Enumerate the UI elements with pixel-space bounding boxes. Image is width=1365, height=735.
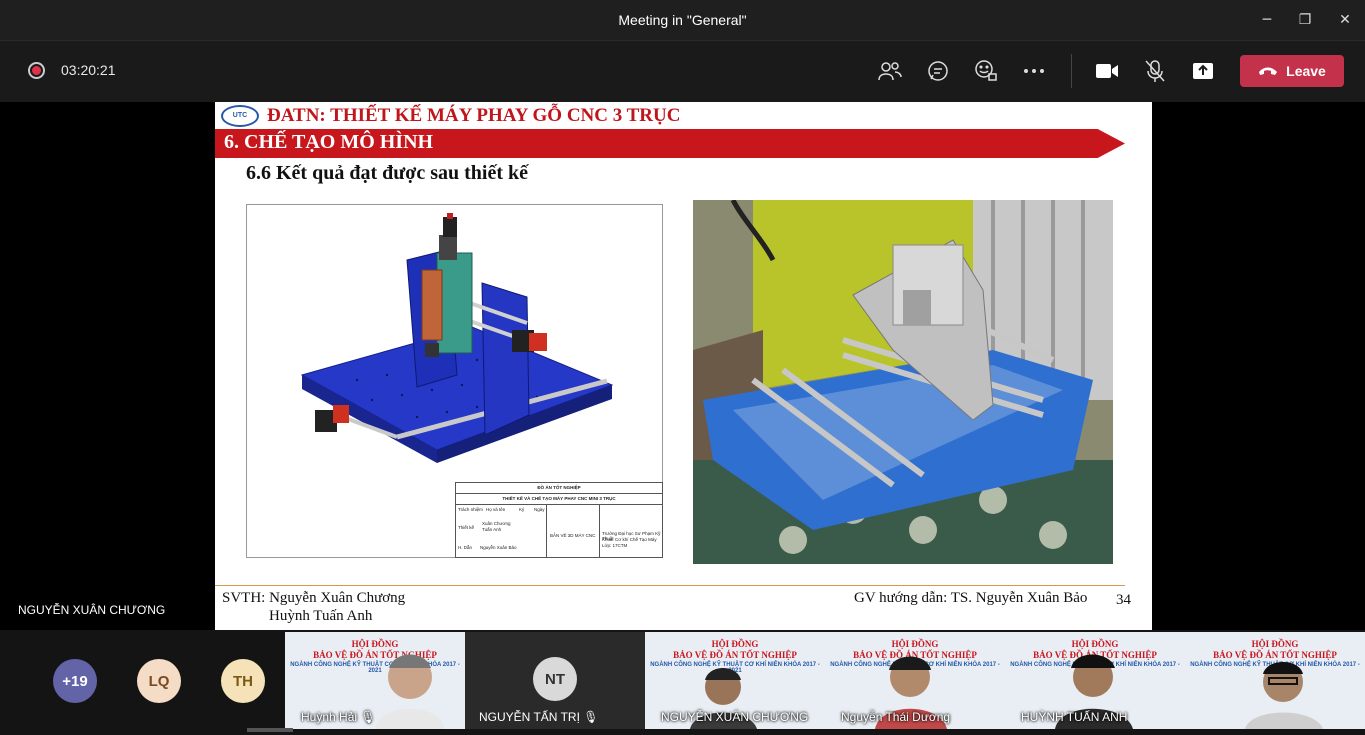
toolbar-divider — [1071, 54, 1072, 88]
avatar-nt: NT — [533, 657, 577, 701]
presenter-name-label: NGUYỄN XUÂN CHƯƠNG — [18, 603, 166, 617]
chat-button[interactable] — [925, 58, 951, 84]
leave-label: Leave — [1286, 63, 1326, 79]
more-options-button[interactable] — [1021, 58, 1047, 84]
university-logo: UTC — [221, 105, 259, 127]
participant-video — [1245, 662, 1323, 729]
title-block-name-2: Tuấn Anh — [482, 527, 502, 532]
meeting-timer: 03:20:21 — [61, 62, 116, 78]
footer-students-2: Huỳnh Tuấn Anh — [269, 608, 373, 624]
footer-advisor: GV hướng dẫn: TS. Nguyễn Xuân Bảo — [854, 590, 1088, 606]
meeting-toolbar: 03:20:21 Leave — [0, 40, 1365, 102]
title-block-line-2: THIẾT KẾ VÀ CHẾ TẠO MÁY PHAY CNC MINI 3 … — [502, 496, 616, 501]
footer-divider — [215, 585, 1125, 586]
presentation-slide: UTC ĐATN: THIẾT KẾ MÁY PHAY GỖ CNC 3 TRỤ… — [215, 102, 1152, 630]
title-block-name-1: Xuân Chương — [482, 521, 511, 526]
tile-name: NGUYỄN XUÂN CHƯƠNG — [661, 710, 809, 724]
drawing-title-block: ĐỒ ÁN TỐT NGHIỆP THIẾT KẾ VÀ CHẾ TẠO MÁY… — [455, 482, 663, 558]
video-tile-nguyen-tan-tri[interactable]: NT NGUYỄN TẤN TRỊ 🎙 — [465, 632, 645, 729]
mic-button[interactable] — [1142, 58, 1168, 84]
phone-hangup-icon — [1259, 67, 1278, 75]
close-window-button[interactable]: ✕ — [1330, 6, 1360, 34]
share-button[interactable] — [1190, 58, 1216, 84]
slide-page-number: 34 — [1116, 592, 1131, 608]
title-block-row-hd: H. Dẫn — [458, 545, 473, 550]
machine-photo — [693, 200, 1113, 564]
title-block-line-3: BẢN VẼ 3D MÁY CNC — [550, 533, 596, 538]
share-icon — [1193, 63, 1213, 79]
reactions-button[interactable] — [973, 58, 999, 84]
title-block-col-ky: Ký — [519, 507, 525, 512]
maximize-button[interactable]: ❐ — [1290, 6, 1320, 34]
tile-name: Nguyễn Thái Dương — [841, 710, 951, 724]
video-tile-nguyen-xuan-chuong[interactable]: HỘI ĐỒNG BẢO VỆ ĐỒ ÁN TỐT NGHIỆP NGÀNH C… — [645, 632, 825, 729]
teams-meeting-window: Meeting in "General" ─ ❐ ✕ 03:20:21 Leav… — [0, 0, 1365, 735]
mic-off-icon: 🎙 — [360, 710, 376, 724]
avatar-th[interactable]: TH — [221, 659, 265, 703]
camera-icon — [1096, 64, 1118, 78]
reactions-icon — [975, 60, 997, 81]
video-tile-participant[interactable]: HỘI ĐỒNG BẢO VỆ ĐỒ ÁN TỐT NGHIỆP NGÀNH C… — [1185, 632, 1365, 729]
footer-students-1: SVTH: Nguyễn Xuân Chương — [222, 590, 406, 606]
title-block-line-6: Lớp: 17CTM — [602, 543, 628, 548]
section-title: 6. CHẾ TẠO MÔ HÌNH — [224, 131, 434, 153]
shared-content-stage: UTC ĐATN: THIẾT KẾ MÁY PHAY GỖ CNC 3 TRỤ… — [0, 102, 1365, 630]
avatar-lq[interactable]: LQ — [137, 659, 181, 703]
slide-subtitle: 6.6 Kết quả đạt được sau thiết kế — [246, 162, 528, 184]
title-block-col-hoten: Họ và tên — [486, 507, 506, 512]
mic-off-icon — [1145, 60, 1165, 82]
video-tile-huynh-hai[interactable]: HỘI ĐỒNG BẢO VỆ ĐỒ ÁN TỐT NGHIỆP NGÀNH C… — [285, 632, 465, 729]
tile-name: Huỳnh Hải 🎙 — [301, 710, 376, 724]
title-block-name-3: Nguyễn Xuân Bảo — [480, 545, 517, 550]
video-tile-huynh-tuan-anh[interactable]: HỘI ĐỒNG BẢO VỆ ĐỒ ÁN TỐT NGHIỆP NGÀNH C… — [1005, 632, 1185, 729]
minimize-button[interactable]: ─ — [1252, 6, 1282, 34]
course-title: ĐATN: THIẾT KẾ MÁY PHAY GỖ CNC 3 TRỤC — [267, 105, 681, 126]
participants-button[interactable] — [877, 58, 903, 84]
chat-icon — [928, 61, 948, 81]
window-title: Meeting in "General" — [618, 12, 747, 28]
recording-icon — [28, 62, 45, 79]
tile-name: NGUYỄN TẤN TRỊ 🎙 — [479, 710, 599, 724]
camera-button[interactable] — [1094, 58, 1120, 84]
title-block-col-ngay: Ngày — [534, 507, 545, 512]
participant-gallery: +19 LQ TH HỘI ĐỒNG BẢO VỆ ĐỒ ÁN TỐT NGHI… — [0, 630, 1365, 735]
title-block-line-5: Khoa: Cơ khí Chế Tạo Máy — [602, 537, 657, 542]
tile-name: HUỲNH TUẤN ANH — [1021, 710, 1128, 724]
more-participants-button[interactable]: +19 — [53, 659, 97, 703]
title-bar: Meeting in "General" ─ ❐ ✕ — [0, 0, 1365, 40]
cnc-machine-photo-illustration — [693, 200, 1113, 564]
more-icon — [1024, 69, 1044, 73]
video-tile-nguyen-thai-duong[interactable]: HỘI ĐỒNG BẢO VỆ ĐỒ ÁN TỐT NGHIỆP NGÀNH C… — [825, 632, 1005, 729]
gallery-scrollbar[interactable] — [247, 728, 293, 732]
title-block-line-1: ĐỒ ÁN TỐT NGHIỆP — [537, 485, 581, 490]
leave-button[interactable]: Leave — [1240, 55, 1344, 87]
mic-off-icon: 🎙 — [583, 710, 599, 724]
cad-drawing: ĐỒ ÁN TỐT NGHIỆP THIẾT KẾ VÀ CHẾ TẠO MÁY… — [246, 204, 663, 558]
title-block-row-thietke: Thiết kế — [458, 525, 475, 530]
title-block-col-trachnhiem: Trách nhiệm — [458, 507, 483, 512]
people-icon — [878, 62, 902, 81]
